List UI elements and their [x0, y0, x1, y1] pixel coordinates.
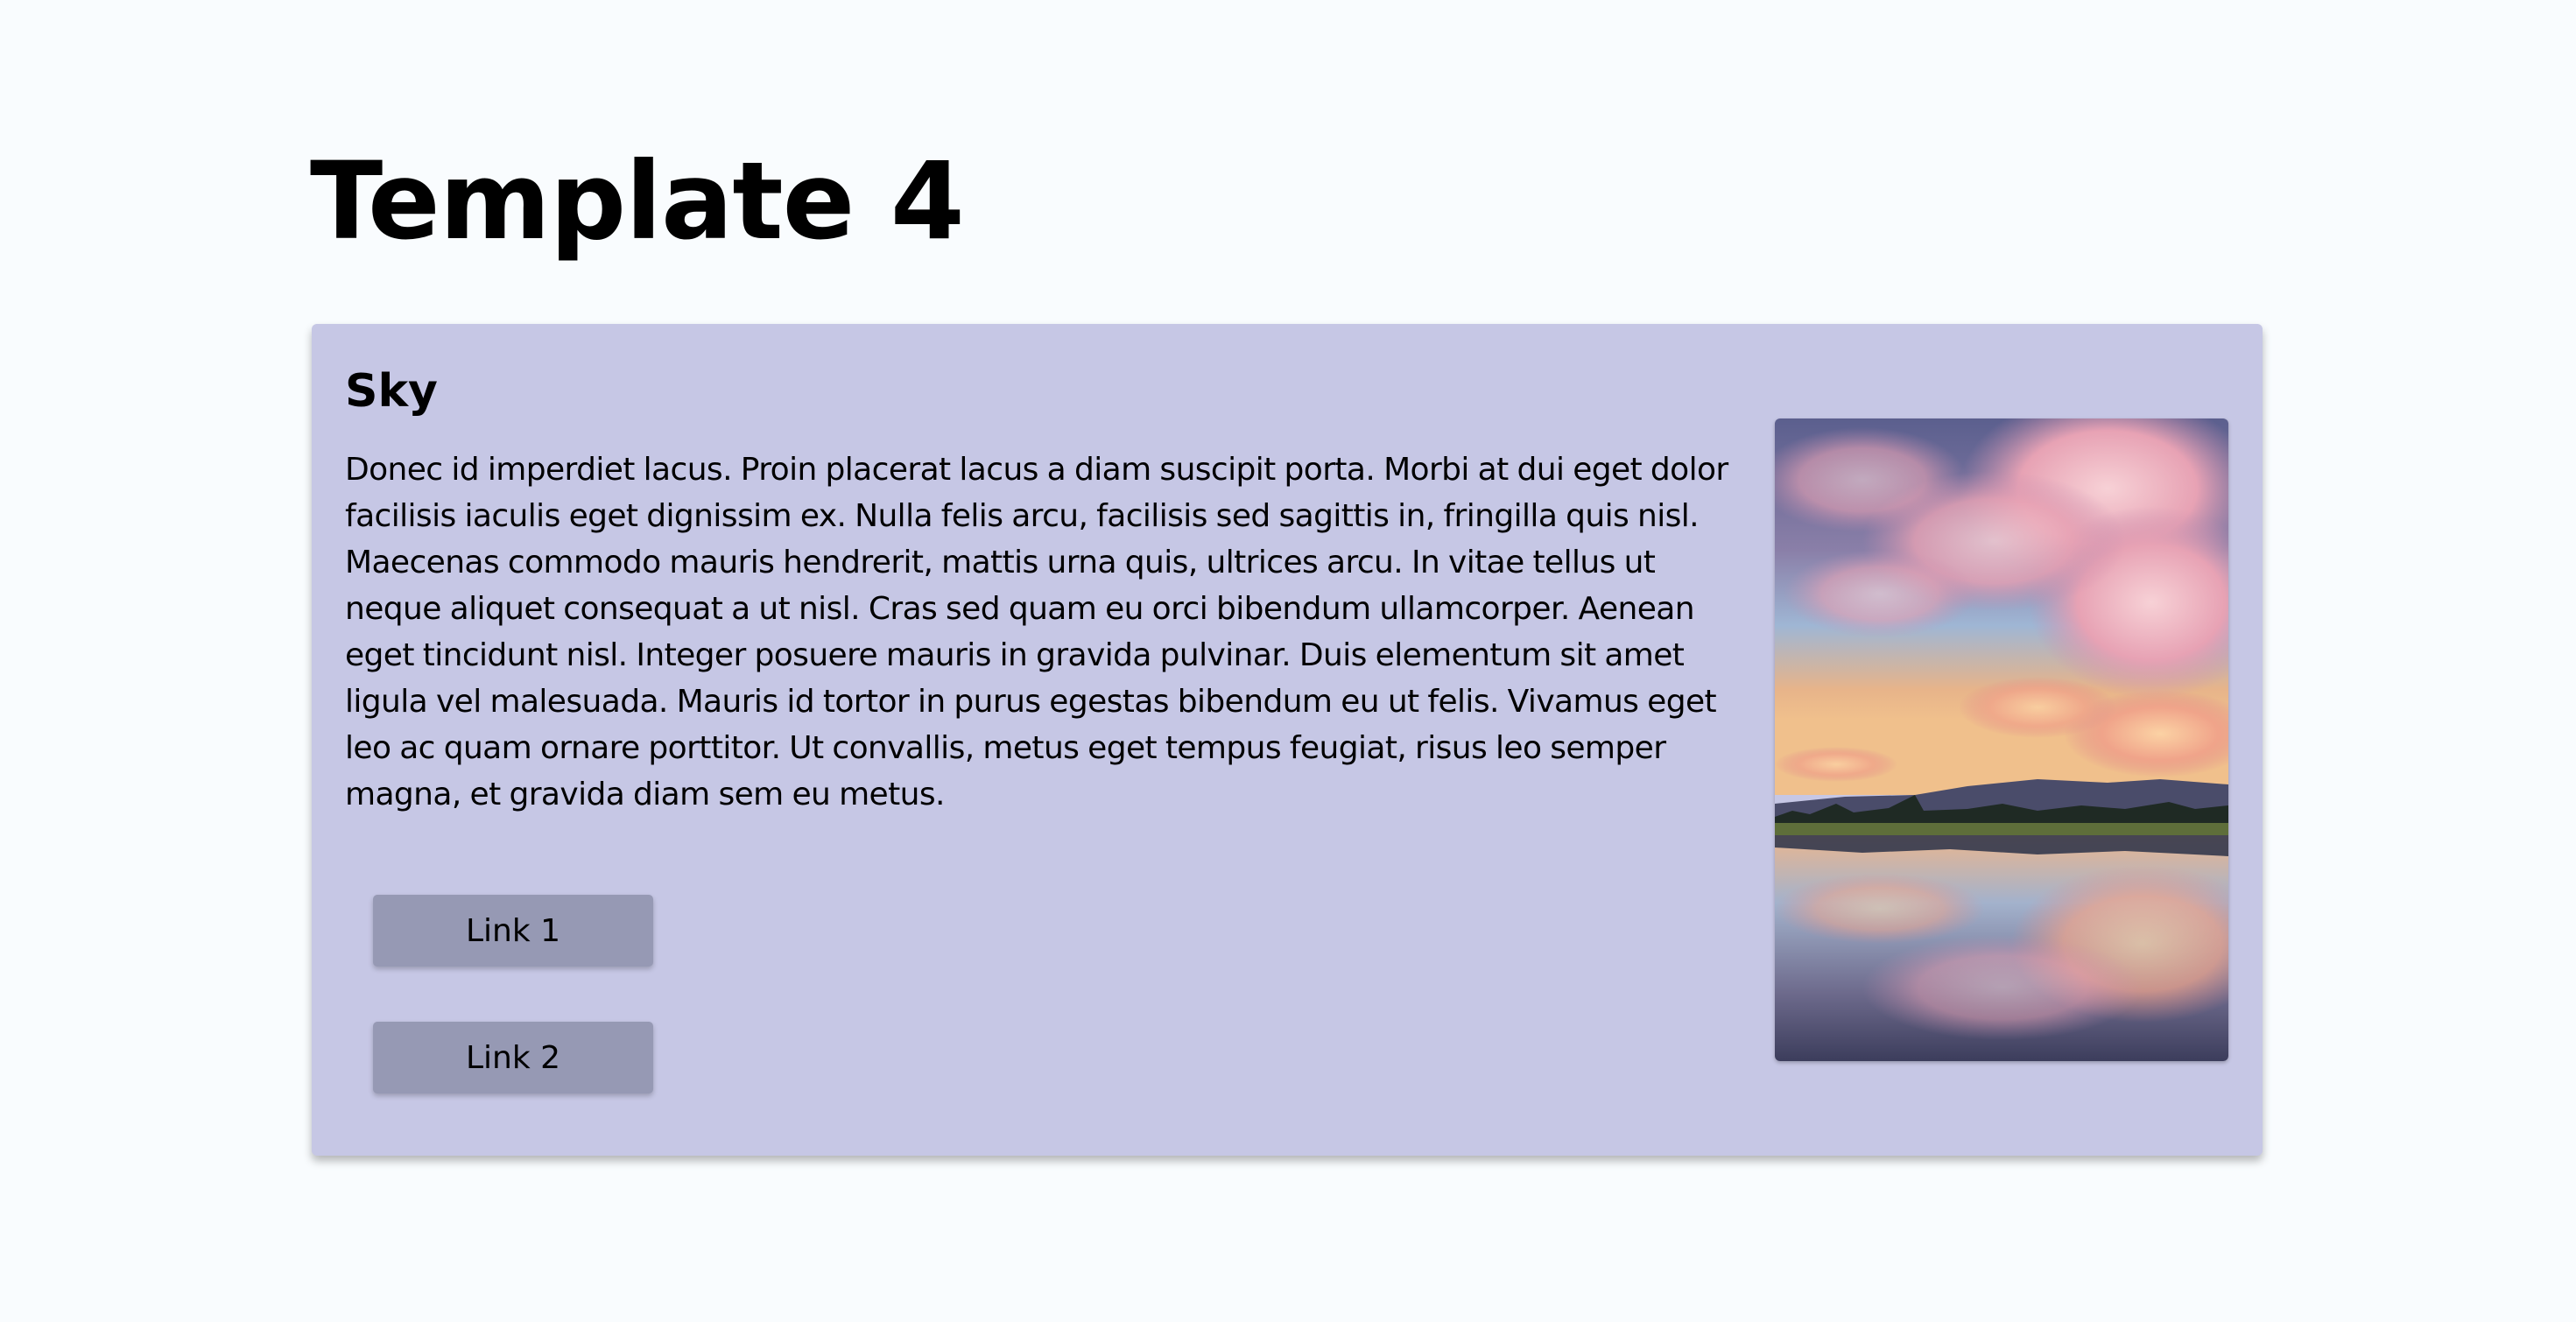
page: Template 4 Sky Donec id imperdiet lacus.…	[0, 0, 2576, 1322]
card-body-text: Donec id imperdiet lacus. Proin placerat…	[345, 452, 1728, 812]
card-title: Sky	[345, 365, 438, 418]
link-1-button[interactable]: Link 1	[373, 895, 653, 967]
page-title: Template 4	[310, 139, 965, 264]
link-2-button[interactable]: Link 2	[373, 1022, 653, 1093]
sky-photo	[1775, 418, 2228, 1061]
content-card: Sky Donec id imperdiet lacus. Proin plac…	[312, 324, 2263, 1156]
